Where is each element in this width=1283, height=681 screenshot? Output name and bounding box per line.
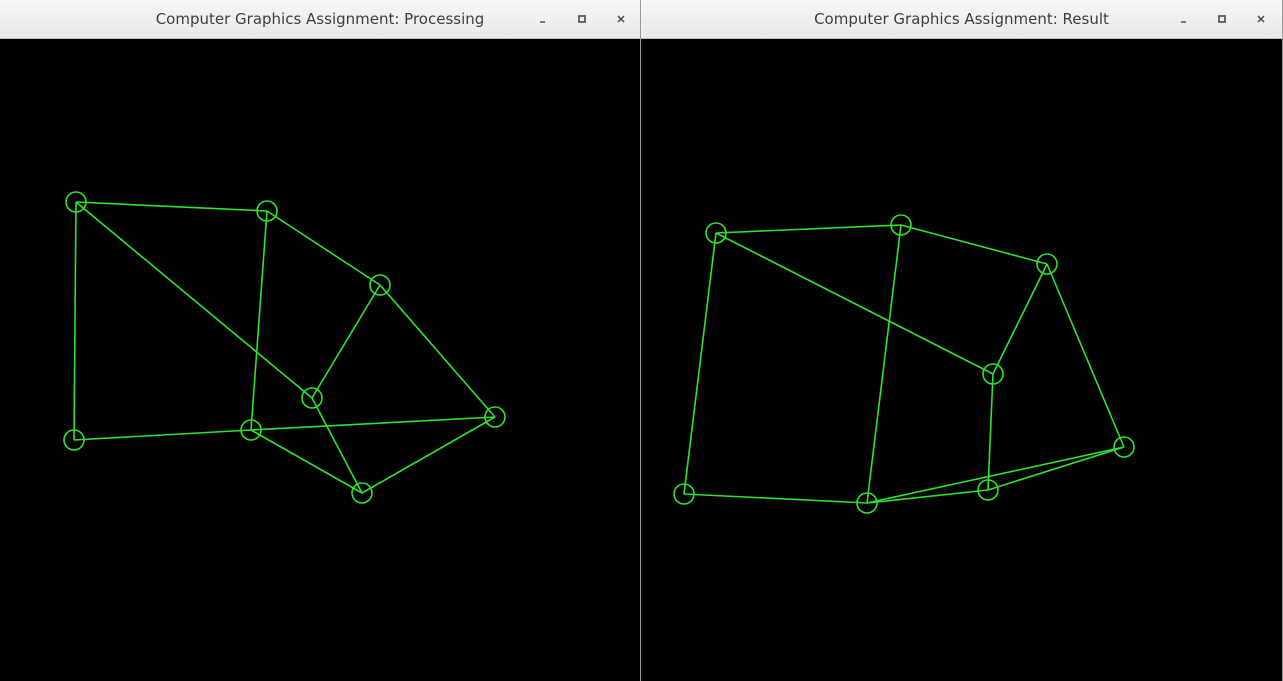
result-canvas[interactable]: [641, 39, 1282, 681]
maximize-button[interactable]: [1212, 9, 1232, 29]
graph-edge: [987, 446, 1125, 491]
graph-edge: [73, 201, 77, 441]
maximize-icon: [1218, 15, 1226, 23]
graph-edge: [75, 201, 268, 212]
minimize-icon: [540, 21, 545, 23]
graph-edge: [361, 416, 496, 494]
graph-edge: [73, 429, 252, 441]
graph-edge: [1046, 263, 1125, 448]
processing-canvas[interactable]: [0, 39, 640, 681]
desktop: Computer Graphics Assignment: Processing: [0, 0, 1283, 681]
maximize-button[interactable]: [572, 9, 592, 29]
processing-window: Computer Graphics Assignment: Processing: [0, 0, 641, 681]
maximize-icon: [578, 15, 586, 23]
graph-edge: [683, 232, 717, 495]
graph-edge: [900, 224, 1048, 265]
graph-edge: [683, 493, 868, 504]
graph-edge: [715, 224, 902, 234]
result-titlebar[interactable]: Computer Graphics Assignment: Result: [641, 0, 1282, 39]
graph-edge: [866, 446, 1125, 504]
graph-edge: [987, 373, 994, 491]
graph-edge: [311, 284, 381, 399]
close-icon: [1257, 15, 1265, 23]
graph-edge: [379, 284, 496, 418]
graph-edge: [715, 232, 994, 375]
graph-edge: [75, 201, 313, 399]
graph-edge: [250, 210, 268, 431]
processing-titlebar[interactable]: Computer Graphics Assignment: Processing: [0, 0, 640, 39]
graph-edge: [266, 210, 381, 286]
processing-graph: [63, 191, 506, 504]
minimize-button[interactable]: [533, 9, 553, 29]
graph-edge: [992, 263, 1048, 375]
close-button[interactable]: [1251, 9, 1271, 29]
graph-edge: [866, 224, 902, 504]
minimize-icon: [1181, 21, 1186, 23]
minimize-button[interactable]: [1174, 9, 1194, 29]
result-graph: [673, 214, 1135, 514]
close-button[interactable]: [611, 9, 631, 29]
close-icon: [617, 15, 625, 23]
graph-edge: [250, 416, 496, 431]
result-window: Computer Graphics Assignment: Result: [641, 0, 1283, 681]
graph-edge: [866, 489, 989, 504]
